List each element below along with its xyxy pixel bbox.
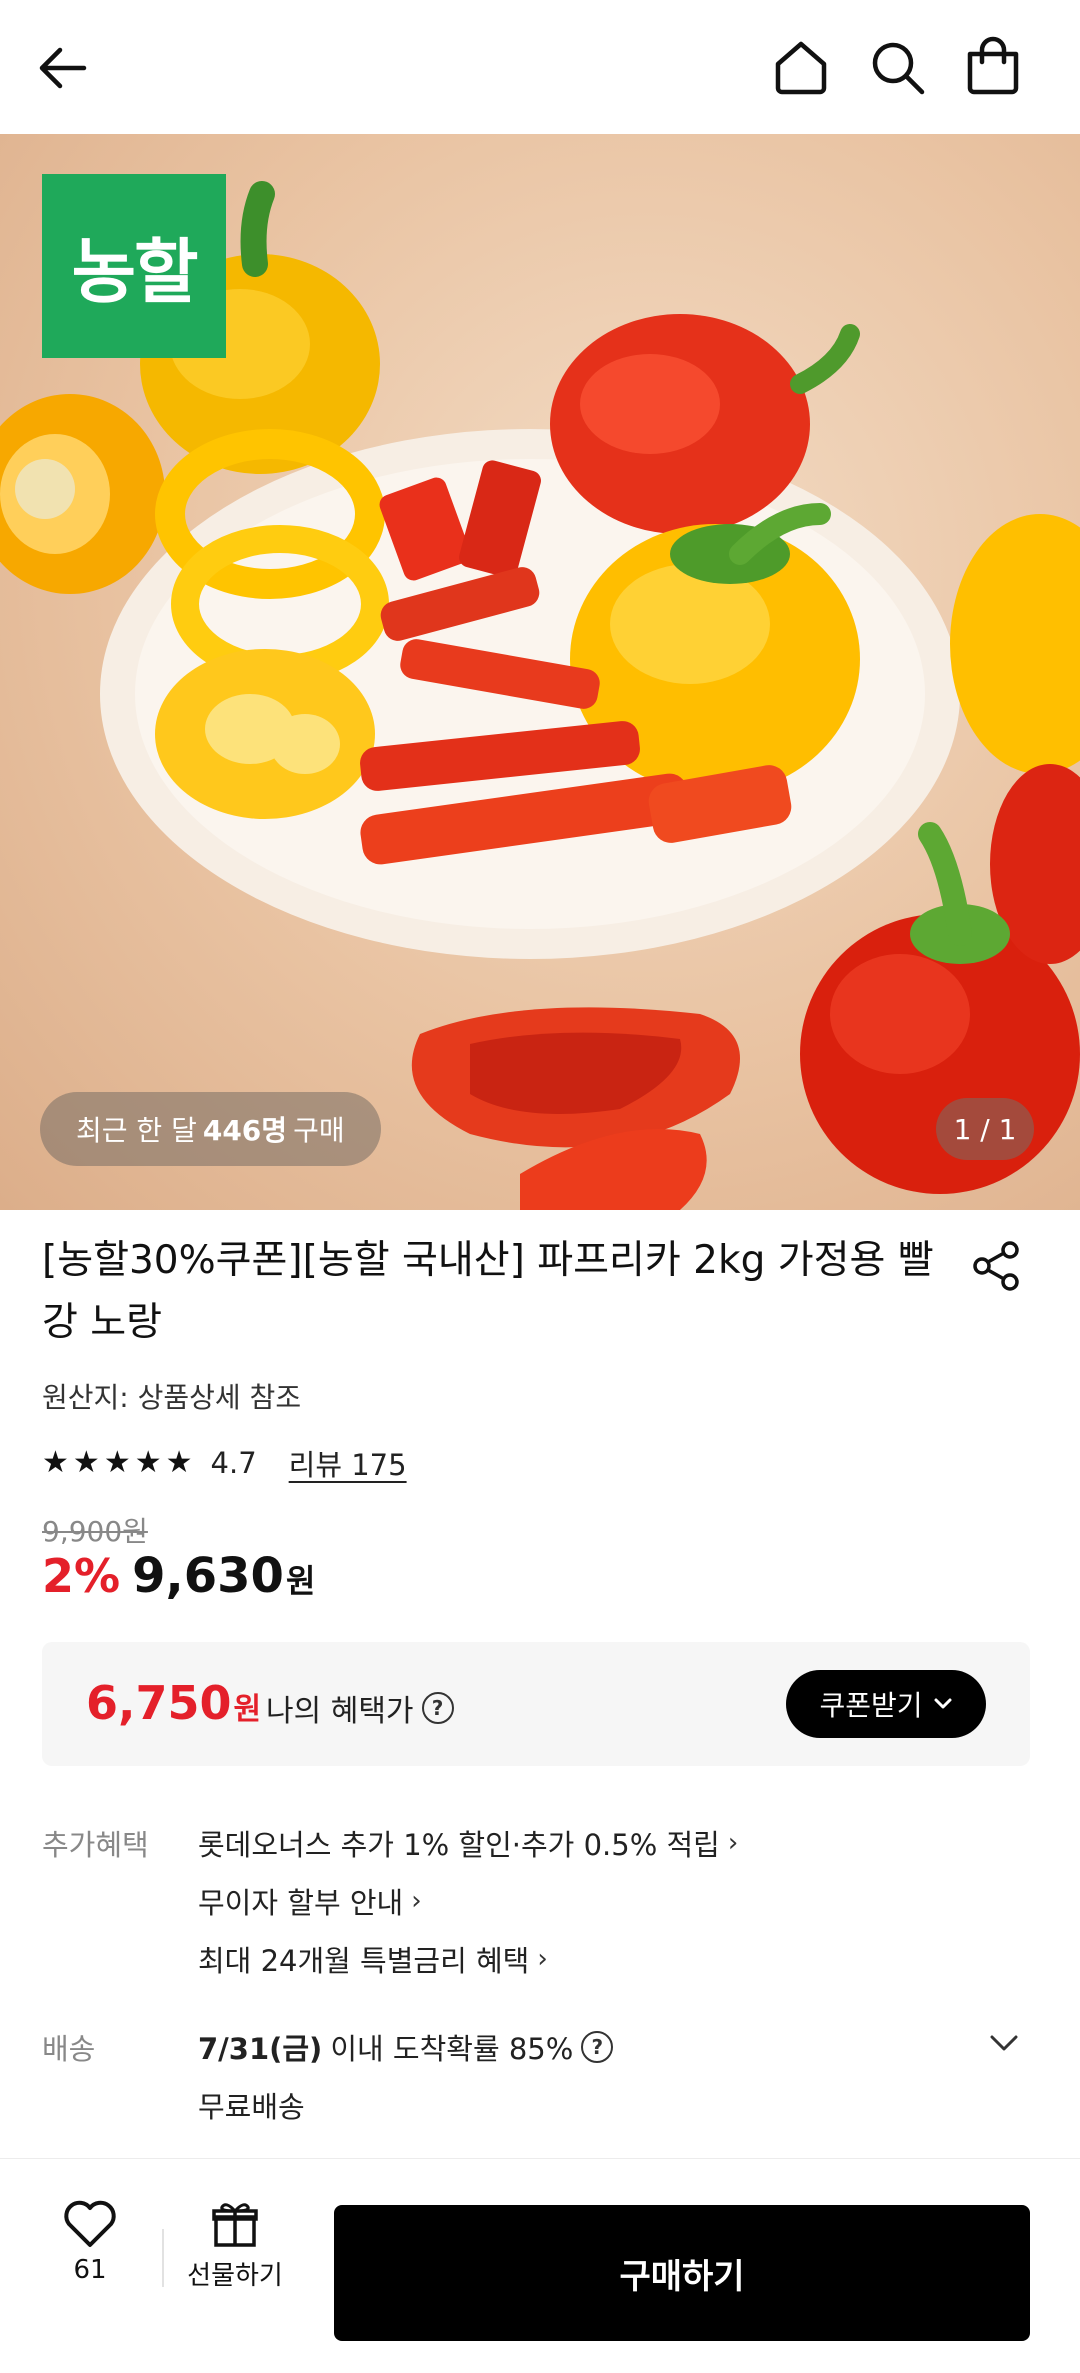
gift-icon [212, 2203, 258, 2247]
shipping-arrival-text: 이내 도착확률 85% [330, 2032, 574, 2066]
shopping-bag-icon[interactable] [962, 34, 1024, 98]
extra-benefits-label: 추가혜택 [42, 1828, 149, 1862]
divider [162, 2229, 164, 2287]
like-button[interactable]: 61 [50, 2199, 130, 2285]
extra-benefit-item[interactable]: 최대 24개월 특별금리 혜택 › [198, 1938, 548, 1980]
buy-button[interactable]: 구매하기 [334, 2205, 1030, 2341]
gift-label: 선물하기 [187, 2261, 283, 2291]
home-icon[interactable] [770, 36, 832, 98]
product-title: [농할30%쿠폰][농할 국내산] 파프리카 2kg 가정용 빨강 노랑 [42, 1238, 934, 1345]
rating-row: ★ ★ ★ ★ ★ 4.7 리뷰 175 [42, 1442, 407, 1484]
buyers-prefix: 최근 한 달 [76, 1114, 197, 1147]
star-icon: ★ [165, 1445, 193, 1480]
star-rating: ★ ★ ★ ★ ★ [42, 1448, 193, 1478]
shipping-date: 7/31(금) [198, 2032, 323, 2066]
chevron-down-icon[interactable] [986, 2028, 1022, 2058]
star-icon: ★ [42, 1445, 69, 1480]
image-page-indicator: 1 / 1 [936, 1098, 1034, 1160]
discount-percent: 2% [42, 1549, 121, 1603]
coupon-button-label: 쿠폰받기 [819, 1689, 923, 1722]
bottom-action-bar: 61 선물하기 구매하기 [0, 2158, 1080, 2373]
rating-value: 4.7 [210, 1446, 257, 1480]
extra-benefit-text: 롯데오너스 추가 1% 할인·추가 0.5% 적립 [198, 1828, 720, 1862]
extra-benefit-item[interactable]: 무이자 할부 안내 › [198, 1880, 422, 1922]
like-count: 61 [73, 2255, 107, 2285]
buyers-suffix: 구매 [293, 1114, 345, 1147]
search-icon[interactable] [866, 36, 928, 98]
top-app-bar [0, 0, 1080, 134]
star-icon: ★ [134, 1445, 162, 1480]
price-unit: 원 [285, 1562, 316, 1600]
product-image-carousel[interactable]: 농할 최근 한 달 446명 구매 1 / 1 [0, 134, 1080, 1210]
share-icon[interactable] [972, 1240, 1022, 1292]
brand-logo-badge: 농할 [42, 174, 226, 358]
heart-icon [64, 2200, 116, 2247]
help-icon[interactable]: ? [421, 1692, 454, 1724]
review-link[interactable]: 리뷰 175 [289, 1442, 407, 1484]
coupon-download-button[interactable]: 쿠폰받기 [786, 1670, 986, 1738]
shipping-fee: 무료배송 [198, 2090, 305, 2124]
chevron-right-icon: › [727, 1828, 739, 1858]
star-icon: ★ [72, 1445, 100, 1480]
recent-buyers-badge: 최근 한 달 446명 구매 [40, 1092, 381, 1166]
benefit-label-text: 나의 혜택가 [266, 1694, 414, 1729]
benefit-label: 나의 혜택가 ? [266, 1686, 454, 1730]
shipping-label: 배송 [42, 2032, 96, 2066]
extra-benefit-item[interactable]: 롯데오너스 추가 1% 할인·추가 0.5% 적립 › [198, 1822, 738, 1864]
benefit-price: 6,750 원 [86, 1676, 261, 1730]
sale-price: 9,630 [132, 1548, 284, 1604]
gift-button[interactable]: 선물하기 [180, 2199, 290, 2292]
buyers-count: 446명 [202, 1114, 288, 1147]
chevron-right-icon: › [537, 1944, 548, 1974]
shipping-arrival: 7/31(금) 이내 도착확률 85% ? [198, 2026, 614, 2068]
benefit-price-value: 6,750 [86, 1676, 232, 1730]
origin-info: 원산지: 상품상세 참조 [42, 1381, 302, 1414]
benefit-price-box: 6,750 원 나의 혜택가 ? 쿠폰받기 [42, 1642, 1030, 1766]
price-row: 2% 9,630 원 [42, 1548, 315, 1604]
brand-logo-text: 농할 [71, 230, 199, 313]
original-price: 9,900원 [42, 1515, 148, 1548]
star-icon: ★ [103, 1445, 131, 1480]
back-arrow-icon[interactable] [34, 38, 94, 98]
chevron-down-icon [934, 1698, 952, 1709]
extra-benefit-text: 무이자 할부 안내 [198, 1886, 404, 1920]
extra-benefit-text: 최대 24개월 특별금리 혜택 [198, 1944, 530, 1978]
benefit-price-unit: 원 [233, 1692, 262, 1727]
chevron-right-icon: › [411, 1886, 422, 1916]
help-icon[interactable]: ? [581, 2031, 614, 2063]
